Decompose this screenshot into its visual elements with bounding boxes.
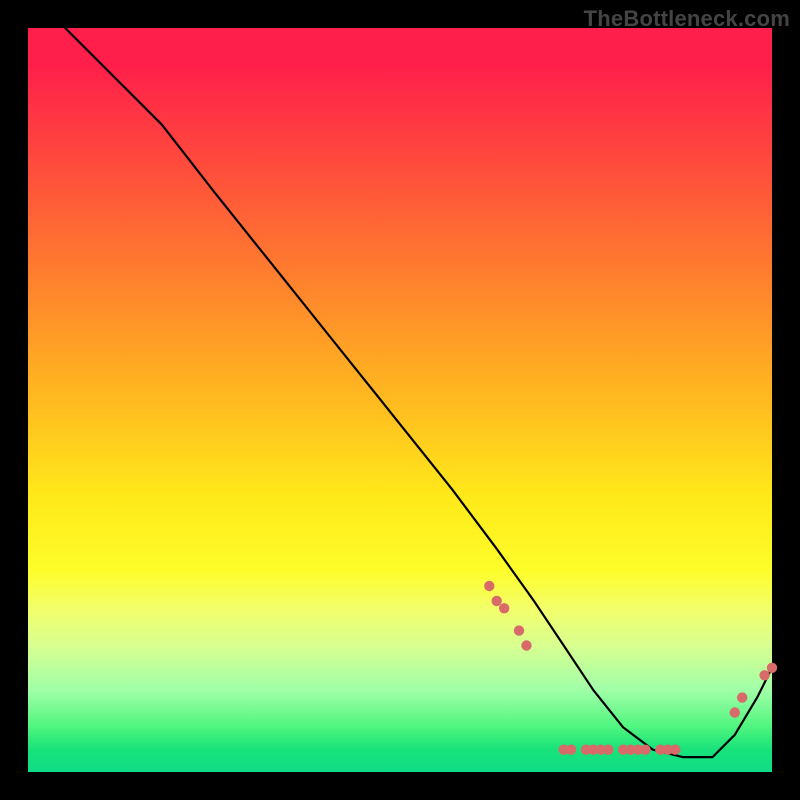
plot-area bbox=[28, 28, 772, 772]
data-point bbox=[737, 692, 747, 702]
chart-svg bbox=[28, 28, 772, 772]
chart-container: TheBottleneck.com bbox=[0, 0, 800, 800]
data-point bbox=[730, 707, 740, 717]
data-point bbox=[640, 745, 650, 755]
data-point bbox=[767, 663, 777, 673]
data-point bbox=[492, 596, 502, 606]
data-point bbox=[514, 625, 524, 635]
curve-path bbox=[65, 28, 772, 757]
marker-series bbox=[484, 581, 777, 755]
data-point bbox=[499, 603, 509, 613]
data-point bbox=[521, 640, 531, 650]
data-point bbox=[759, 670, 769, 680]
data-point bbox=[603, 745, 613, 755]
data-point bbox=[670, 745, 680, 755]
watermark-text: TheBottleneck.com bbox=[584, 6, 790, 32]
data-point bbox=[566, 745, 576, 755]
line-series bbox=[65, 28, 772, 757]
data-point bbox=[484, 581, 494, 591]
